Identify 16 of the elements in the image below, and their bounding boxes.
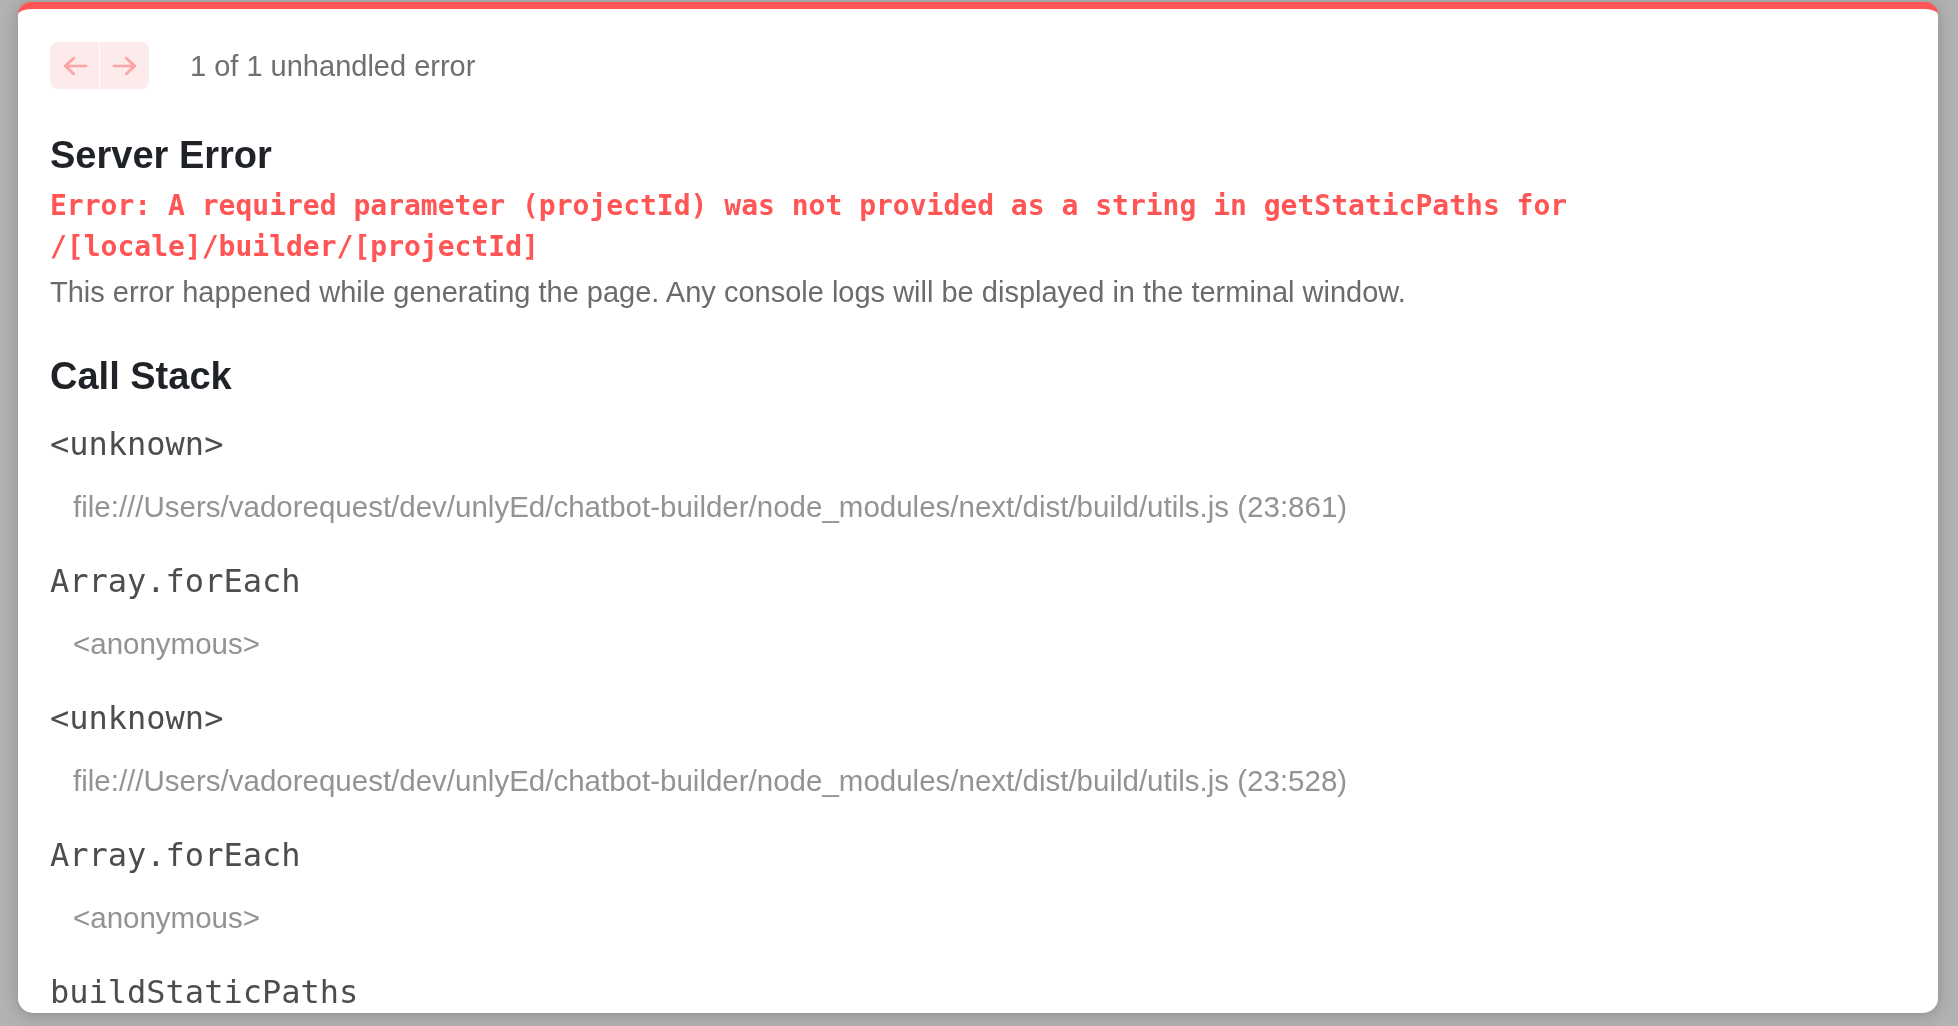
frame-function-name: <unknown> xyxy=(50,429,225,460)
frame-function-name: buildStaticPaths xyxy=(50,977,360,1008)
frame-function-name: <unknown> xyxy=(50,703,225,734)
frame-location: <anonymous> xyxy=(72,900,261,936)
error-count: 1 of 1 unhandled error xyxy=(190,48,476,83)
arrow-right-icon xyxy=(113,56,136,75)
error-message: Error: A required parameter (projectId) was not provided as a string in getStaticPaths for /[locale]/builder/[projectId] xyxy=(50,188,1569,265)
frame-location: <anonymous> xyxy=(72,626,261,662)
frame-location: file:///Users/vadorequest/dev/unlyEd/chatbot-builder/node_modules/next/dist/build/utils.js (23:861) xyxy=(72,489,1349,525)
error-description: This error happened while generating the page. Any console logs will be displayed in the terminal window. xyxy=(50,275,1407,310)
error-title: Server Error xyxy=(50,133,273,178)
frame-function-name: Array.forEach xyxy=(50,840,302,871)
frame-function-name: Array.forEach xyxy=(50,566,302,597)
call-stack-heading: Call Stack xyxy=(50,354,233,399)
frame-location: file:///Users/vadorequest/dev/unlyEd/chatbot-builder/node_modules/next/dist/build/utils.js (23:528) xyxy=(72,763,1349,799)
arrow-left-icon xyxy=(63,56,86,75)
